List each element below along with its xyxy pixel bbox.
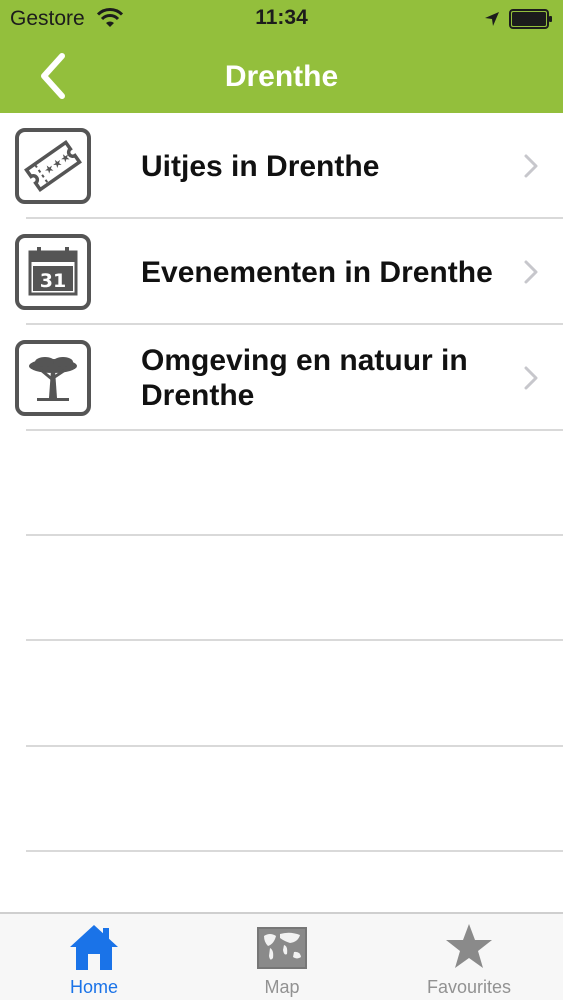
empty-row-separator — [26, 745, 563, 747]
tab-home[interactable]: Home — [0, 914, 188, 1000]
battery-icon — [509, 9, 552, 29]
tree-icon — [15, 340, 91, 416]
navigation-bar: Drenthe — [0, 40, 563, 113]
row-separator — [26, 429, 563, 431]
tab-map[interactable]: Map — [188, 914, 376, 1000]
chevron-right-icon — [524, 260, 538, 284]
list-item-label: Omgeving en natuur in Drenthe — [141, 344, 468, 412]
tab-bar: Home Map Favourites — [0, 912, 563, 1000]
tab-label: Favourites — [426, 977, 512, 997]
ticket-icon: ★★★ — [15, 128, 91, 204]
empty-row-separator — [26, 534, 563, 536]
home-icon — [70, 925, 118, 970]
list-item-omgeving[interactable]: Omgeving en natuur in Drenthe — [0, 325, 563, 431]
page-title: Drenthe — [224, 60, 339, 93]
tab-label: Map — [264, 977, 300, 997]
svg-text:★★★: ★★★ — [42, 150, 74, 178]
header: Gestore 11:34 Drenthe — [0, 0, 563, 113]
map-icon — [257, 927, 307, 969]
location-arrow-icon — [485, 12, 499, 26]
empty-row-separator — [26, 639, 563, 641]
chevron-right-icon — [524, 154, 538, 178]
list-item-label: Evenementen in Drenthe — [141, 255, 493, 289]
status-bar: Gestore 11:34 — [0, 0, 563, 40]
tab-label: Home — [69, 977, 118, 997]
star-icon — [446, 924, 492, 968]
svg-text:31: 31 — [40, 270, 66, 292]
list-item-label: Uitjes in Drenthe — [141, 149, 380, 183]
empty-row-separator — [26, 850, 563, 852]
chevron-right-icon — [524, 366, 538, 390]
list-item-evenementen[interactable]: 31 Evenementen in Drenthe — [0, 219, 563, 325]
status-time: 11:34 — [255, 6, 308, 29]
calendar-icon: 31 — [15, 234, 91, 310]
list-item-uitjes[interactable]: ★★★ Uitjes in Drenthe — [0, 113, 563, 219]
tab-favourites[interactable]: Favourites — [375, 914, 563, 1000]
